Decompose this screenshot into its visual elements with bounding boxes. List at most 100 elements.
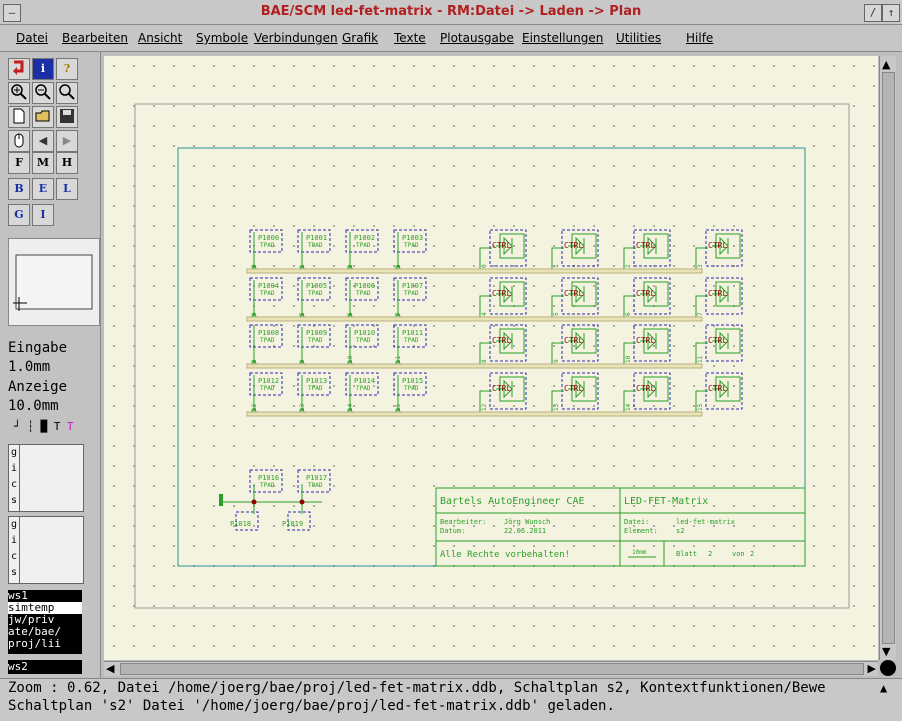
tab-g-2[interactable]: g (9, 517, 19, 533)
tb-von: 2 (750, 550, 754, 558)
button-g[interactable]: G (8, 204, 30, 226)
pad-label: P1010 (354, 329, 375, 337)
pad-label: P1015 (402, 377, 423, 385)
sheet-item-s2[interactable]: ws2 (8, 660, 82, 674)
net-label: 1 (299, 264, 306, 268)
net-label: 0 (251, 264, 258, 268)
fet-ctrl-label: CTRL (636, 241, 655, 250)
net-label: 10 (347, 355, 354, 363)
button-l[interactable]: L (56, 178, 78, 200)
button-e[interactable]: E (32, 178, 54, 200)
save-icon[interactable] (56, 106, 78, 128)
fet-ctrl-label: CTRL (636, 384, 655, 393)
fill-icon[interactable]: █ (41, 420, 48, 433)
tb-project: LED-FET-Matrix (624, 496, 708, 507)
scroll-right-icon[interactable]: ▶ (868, 662, 876, 675)
schematic-canvas[interactable]: P1000 TPAD 0 P1001 TPAD 1 P1002 TPAD 2 P1003 TPAD 3… (104, 56, 878, 660)
pad-label: P1012 (258, 377, 279, 385)
vertical-scrollbar[interactable]: ▲ ▼ (879, 56, 896, 660)
previous-icon[interactable]: ◀ (32, 130, 54, 152)
button-i[interactable]: I (32, 204, 54, 226)
eingabe-label: Eingabe (8, 340, 68, 356)
text-magenta-icon[interactable]: T (67, 420, 74, 433)
scroll-up-icon[interactable]: ▲ (882, 58, 890, 71)
sheet-list[interactable]: ws1 simtemp jw/priv ate/bae/ proj/lii (8, 590, 82, 654)
menu-symbole[interactable]: Symbole (196, 31, 248, 45)
zoom-out-icon[interactable] (32, 82, 54, 104)
pad-type: TPAD (308, 482, 323, 489)
tab-c[interactable]: c (9, 477, 19, 493)
fet-net-label: 8 (481, 359, 488, 363)
fet-ctrl-label: CTRL (636, 336, 655, 345)
title-bar: – BAE/SCM led-fet-matrix - RM:Datei -> L… (0, 0, 902, 25)
fet-ctrl-label: CTRL (564, 384, 583, 393)
zoom-window-icon[interactable] (56, 82, 78, 104)
tab-s[interactable]: s (9, 493, 19, 509)
button-b[interactable]: B (8, 178, 30, 200)
menu-texte[interactable]: Texte (394, 31, 426, 45)
next-icon[interactable]: ▶ (56, 130, 78, 152)
snap-grid-icon[interactable]: ┆ (27, 420, 34, 433)
tb-datum-label: Datum: (440, 527, 465, 535)
fet-ctrl-label: CTRL (564, 241, 583, 250)
horizontal-scroll-thumb[interactable] (120, 663, 864, 675)
menu-grafik[interactable]: Grafik (342, 31, 378, 45)
pad-wire (298, 280, 306, 319)
help-icon[interactable]: ? (56, 58, 78, 80)
menu-ansicht[interactable]: Ansicht (138, 31, 182, 45)
overview-preview[interactable] (8, 238, 100, 326)
button-h[interactable]: H (56, 152, 78, 174)
open-folder-icon[interactable] (32, 106, 54, 128)
menu-einstellungen[interactable]: Einstellungen (522, 31, 603, 45)
tb-element: s2 (676, 527, 684, 535)
pad-wire (298, 232, 306, 271)
tab-s-2[interactable]: s (9, 565, 19, 581)
new-file-icon[interactable] (8, 106, 30, 128)
tab-i[interactable]: i (9, 461, 19, 477)
pad-label: P1018 (230, 520, 251, 528)
tb-bearbeiter-label: Bearbeiter: (440, 518, 486, 526)
fet-net-label: 5 (553, 312, 560, 316)
tb-rights: Alle Rechte vorbehalten! (440, 550, 570, 560)
menu-datei[interactable]: Datei (16, 31, 48, 45)
fet-ctrl-label: CTRL (564, 336, 583, 345)
tab-g[interactable]: g (9, 445, 19, 461)
tab-i-2[interactable]: i (9, 533, 19, 549)
pad-type: TPAD (308, 337, 323, 344)
net-label: 12 (251, 403, 258, 411)
fet-ctrl-label: CTRL (492, 384, 511, 393)
layer-panel-2[interactable]: g i c s (8, 516, 84, 584)
text-black-icon[interactable]: T (54, 420, 61, 433)
menu-plotausgabe[interactable]: Plotausgabe (440, 31, 514, 45)
pad-label: P1007 (402, 282, 423, 290)
snap-ortho-icon[interactable]: ┘ (14, 420, 21, 433)
pad-wire (250, 280, 258, 319)
net-label: 4 (251, 312, 258, 316)
undo-icon[interactable] (8, 58, 30, 80)
status-scroll-up-icon[interactable]: ▲ (880, 681, 887, 695)
layer-panel-1[interactable]: g i c s (8, 444, 84, 512)
pad-label: P1003 (402, 234, 423, 242)
button-m[interactable]: M (32, 152, 54, 174)
zoom-in-icon[interactable] (8, 82, 30, 104)
menu-utilities[interactable]: Utilities (616, 31, 661, 45)
pad-wire (394, 232, 402, 271)
snap-icons[interactable]: ┘ ┆ █ T T (14, 420, 74, 433)
scroll-left-icon[interactable]: ◀ (106, 662, 114, 675)
maximize-button[interactable]: ↑ (882, 4, 900, 22)
dir-item[interactable]: proj/lii (8, 638, 82, 650)
menu-bearbeiten[interactable]: Bearbeiten (62, 31, 128, 45)
fet-ctrl-label: CTRL (492, 336, 511, 345)
bus-line (246, 268, 703, 274)
info-icon[interactable]: i (32, 58, 54, 80)
minimize-button[interactable]: / (864, 4, 882, 22)
scroll-down-icon[interactable]: ▼ (882, 645, 890, 658)
fet-ctrl-label: CTRL (564, 289, 583, 298)
horizontal-scrollbar[interactable]: ◀ ▶ (104, 661, 878, 676)
mouse-icon[interactable] (8, 130, 30, 152)
button-f[interactable]: F (8, 152, 30, 174)
menu-hilfe[interactable]: Hilfe (686, 31, 713, 45)
vertical-scroll-thumb[interactable] (882, 72, 895, 644)
menu-verbindungen[interactable]: Verbindungen (254, 31, 338, 45)
tab-c-2[interactable]: c (9, 549, 19, 565)
